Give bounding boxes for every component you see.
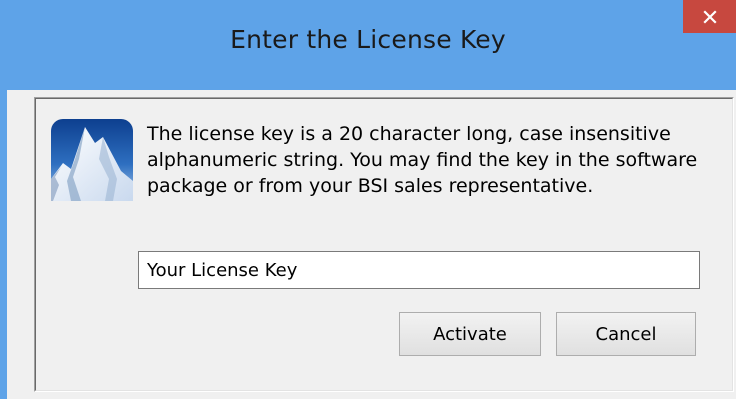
instructions-text: The license key is a 20 character long, … [147,123,698,197]
license-key-input[interactable] [138,251,700,289]
close-icon [702,9,717,24]
title-bar[interactable]: Enter the License Key [0,0,736,90]
cancel-button[interactable]: Cancel [556,312,696,356]
close-button[interactable] [683,0,736,33]
mountain-logo-icon [51,119,133,201]
license-dialog-window: Enter the License Key The license key is… [0,0,736,399]
window-title: Enter the License Key [230,25,506,54]
activate-button[interactable]: Activate [399,312,541,356]
